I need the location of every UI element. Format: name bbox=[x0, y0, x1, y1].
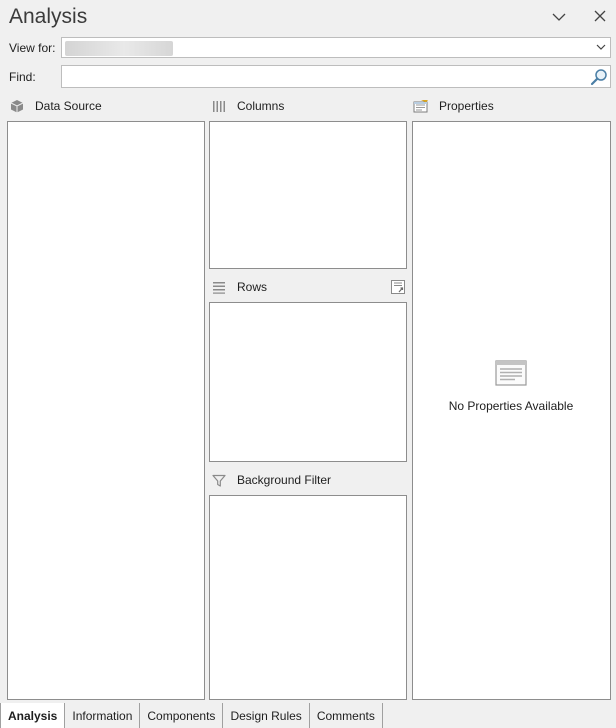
properties-empty-state: No Properties Available bbox=[413, 360, 609, 413]
columns-title: Columns bbox=[237, 99, 285, 113]
collapse-button[interactable] bbox=[548, 6, 570, 28]
data-source-header: Data Source bbox=[9, 97, 102, 115]
view-for-value bbox=[65, 41, 173, 56]
bottom-tab-bar: Analysis Information Components Design R… bbox=[0, 703, 616, 728]
chevron-down-icon bbox=[552, 13, 566, 21]
properties-title: Properties bbox=[439, 99, 494, 113]
tab-comments[interactable]: Comments bbox=[310, 703, 383, 728]
rows-settings-icon bbox=[391, 280, 405, 294]
columns-header: Columns bbox=[211, 97, 284, 115]
cube-icon bbox=[9, 98, 25, 114]
background-filter-panel[interactable] bbox=[209, 495, 407, 700]
columns-icon bbox=[211, 98, 227, 114]
document-icon bbox=[495, 360, 527, 389]
data-source-panel[interactable] bbox=[7, 121, 205, 700]
find-input[interactable] bbox=[61, 65, 611, 88]
rows-header: Rows bbox=[211, 278, 267, 296]
close-icon bbox=[594, 10, 606, 22]
rows-settings-button[interactable] bbox=[390, 279, 406, 295]
search-icon bbox=[590, 69, 607, 86]
tab-analysis[interactable]: Analysis bbox=[0, 703, 66, 728]
filter-icon bbox=[211, 472, 227, 488]
tab-information[interactable]: Information bbox=[65, 703, 141, 728]
properties-header: Properties bbox=[413, 97, 494, 115]
find-label: Find: bbox=[9, 70, 36, 84]
properties-empty-text: No Properties Available bbox=[448, 399, 574, 413]
tab-design-rules[interactable]: Design Rules bbox=[223, 703, 310, 728]
tab-components[interactable]: Components bbox=[140, 703, 224, 728]
window-title: Analysis bbox=[9, 5, 88, 28]
data-source-title: Data Source bbox=[35, 99, 102, 113]
background-filter-header: Background Filter bbox=[211, 471, 331, 489]
dropdown-arrow-icon bbox=[596, 44, 606, 50]
background-filter-title: Background Filter bbox=[237, 473, 332, 487]
rows-title: Rows bbox=[237, 280, 268, 294]
search-button[interactable] bbox=[590, 68, 608, 86]
rows-panel[interactable] bbox=[209, 302, 407, 462]
view-for-label: View for: bbox=[9, 41, 56, 55]
columns-panel[interactable] bbox=[209, 121, 407, 269]
properties-icon bbox=[413, 98, 429, 114]
close-button[interactable] bbox=[589, 5, 611, 27]
rows-icon bbox=[211, 279, 227, 295]
view-for-select[interactable] bbox=[61, 37, 611, 58]
